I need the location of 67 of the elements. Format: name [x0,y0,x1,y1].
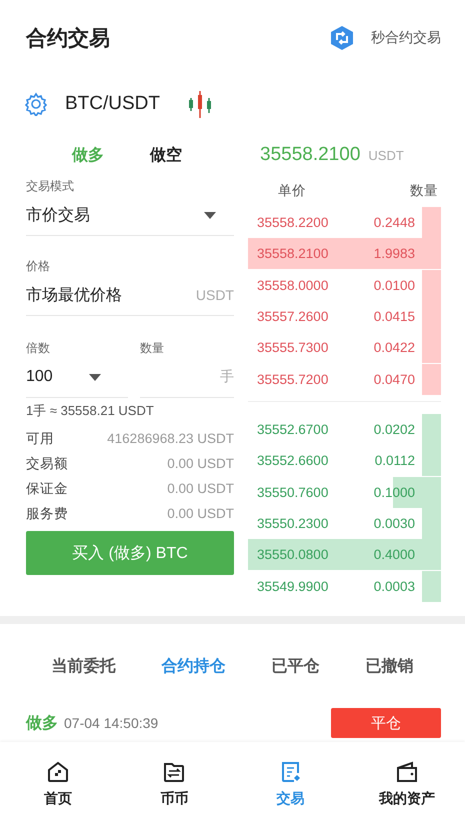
order-tab[interactable]: 已平仓 [272,656,320,676]
ask-price: 35558.0000 [257,278,328,293]
ask-amount: 0.0100 [374,278,415,293]
field-label: 价格 [26,258,51,275]
mode-dropdown[interactable]: 市价交易 [26,195,234,236]
summary-label: 服务费 [26,504,68,522]
position-side: 做多 [26,714,58,734]
ask-price: 35555.7300 [257,340,328,356]
ask-amount: 1.9983 [374,246,415,262]
bid-price: 35550.7600 [257,484,328,500]
summary-value: 0.00 USDT [167,481,234,496]
nav-label[interactable]: 币币 [160,790,188,808]
pair-symbol[interactable]: BTC/USDT [65,93,185,115]
ask-price: 35555.7200 [257,372,328,387]
bid-price: 35550.0800 [257,547,328,562]
summary-value: 0.00 USDT [167,506,234,521]
nav-label[interactable]: 首页 [44,790,72,808]
ask-amount: 0.2448 [374,215,415,230]
wallet-icon[interactable] [394,760,419,784]
bid-amount: 0.0003 [374,578,415,594]
depth-bar [422,364,441,395]
bid-amount: 0.0202 [374,422,415,438]
depth-bar [422,414,441,446]
bid-price: 35552.6700 [257,422,328,438]
second-contract-link[interactable]: 秒合约交易 [371,29,441,47]
settings-icon[interactable] [24,92,48,116]
summary-label: 保证金 [26,480,68,498]
position-time: 07-04 14:50:39 [64,715,160,731]
last-price: 35558.2100 [260,144,360,166]
home-icon[interactable] [46,760,70,784]
nav-label[interactable]: 我的资产 [378,790,435,808]
column-header: 数量 [409,182,438,200]
bid-price: 35552.6600 [257,453,328,468]
leverage-dropdown[interactable]: 100 [26,357,128,398]
ask-amount: 0.0470 [374,372,415,387]
exchange-icon[interactable] [162,760,186,784]
price-field[interactable]: 市场最优价格 USDT [26,275,234,316]
ask-amount: 0.0422 [374,340,415,356]
swap-icon[interactable] [329,25,355,51]
field-label: 倍数 [26,340,51,357]
ask-price: 35558.2100 [257,246,328,262]
bid-amount: 0.1000 [374,484,415,500]
summary-label: 交易额 [26,454,68,472]
column-header: 单价 [277,182,307,200]
depth-bar [422,332,441,364]
close-position-button[interactable]: 平仓 [331,708,441,738]
ask-price: 35558.2200 [257,215,328,230]
price-unit: USDT [368,148,404,162]
page-title: 合约交易 [26,26,110,52]
side-tab[interactable]: 做空 [150,144,182,166]
ask-amount: 0.0415 [374,309,415,324]
ask-price: 35557.2600 [257,309,328,324]
order-tab[interactable]: 当前委托 [52,656,116,676]
field-label: 数量 [140,340,164,357]
caret-icon [204,212,216,218]
bid-amount: 0.0112 [374,453,415,468]
bid-amount: 0.0030 [374,516,415,532]
summary-label: 可用 [26,430,54,448]
field-label: 交易模式 [26,178,75,195]
bid-price: 35549.9900 [257,578,328,594]
summary-value: 416286968.23 USDT [107,431,234,446]
bid-price: 35550.2300 [257,516,328,532]
order-tab[interactable]: 已撤销 [366,656,414,676]
caret-icon [88,374,101,380]
summary-value: 0.00 USDT [167,456,234,471]
lot-note: 1手 ≈ 35558.21 USDT [26,402,155,420]
bid-amount: 0.4000 [374,547,415,562]
